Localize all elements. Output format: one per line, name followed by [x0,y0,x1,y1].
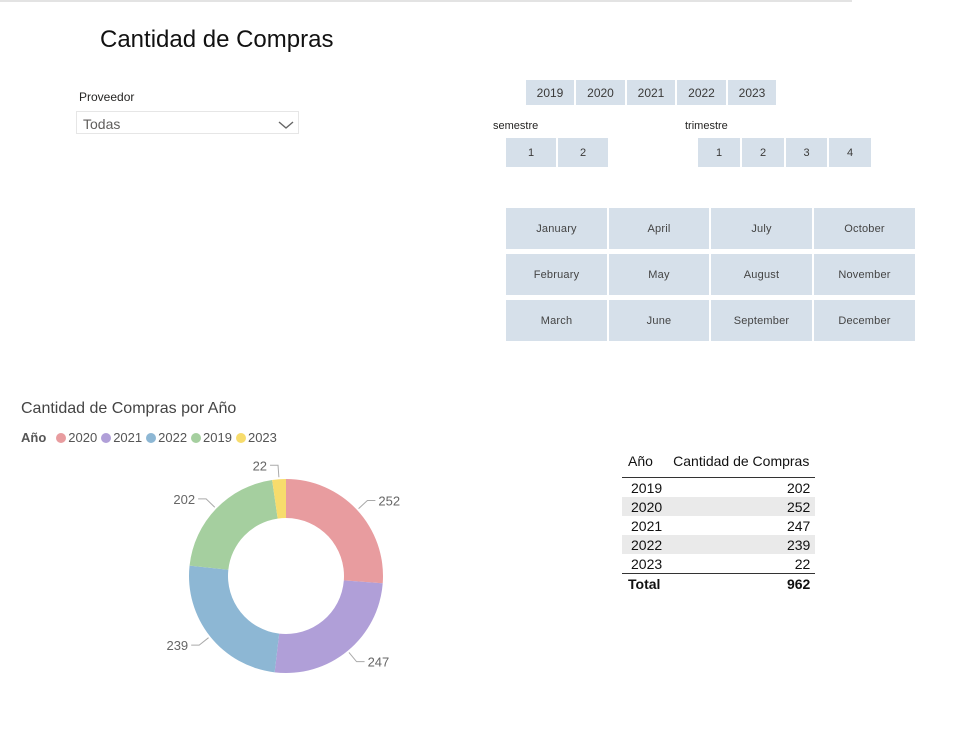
table-cell-year: 2022 [622,535,668,554]
donut-slice-2022[interactable] [189,565,280,673]
semestre-tile-1[interactable]: 1 [506,138,556,167]
donut-data-label: 202 [173,492,195,507]
trimestre-tile-2[interactable]: 2 [742,138,784,167]
year-tile-2022[interactable]: 2022 [677,80,726,105]
semestre-label: semestre [493,120,539,132]
compras-table: Año Cantidad de Compras 2019 202 2020 252 … [622,450,816,593]
trimestre-label: trimestre [685,120,728,132]
table-cell-value: 239 [667,535,816,554]
year-tile-2023[interactable]: 2023 [728,80,776,105]
month-tile-february[interactable]: February [506,254,607,295]
month-tile-may[interactable]: May [609,254,709,295]
month-tile-november[interactable]: November [814,254,915,295]
table-cell-year: 2023 [631,555,663,572]
trimestre-tile-3[interactable]: 3 [786,138,827,167]
donut-data-label: 22 [253,458,267,473]
table-cell-value: 202 [786,479,811,496]
table-cell-year: 2019 [631,479,663,496]
month-tile-january[interactable]: January [506,208,607,249]
table-header-year[interactable]: Año [622,450,668,478]
trimestre-tile-4[interactable]: 4 [829,138,871,167]
table-row: 2023 22 [622,554,815,574]
month-tile-august[interactable]: August [711,254,812,295]
month-tile-september[interactable]: September [711,300,812,341]
table-row: 2019 202 [622,478,815,498]
trimestre-tile-1[interactable]: 1 [698,138,740,167]
table-total-row: Total 962 [622,573,816,593]
table-row: 2020 252 [622,497,816,516]
donut-data-label: 252 [378,494,400,509]
donut-leader-line [348,652,365,663]
table-total-value: 962 [667,573,816,593]
donut-slice-2019[interactable] [189,479,278,570]
year-tile-2019[interactable]: 2019 [526,80,574,105]
table-row: 2021 247 [622,516,815,535]
donut-slice-2020[interactable] [286,479,384,584]
table-row: 2022 239 [622,535,816,554]
table-cell-value: 247 [786,517,811,534]
month-tile-april[interactable]: April [609,208,709,249]
table-cell-value: 22 [794,555,811,572]
donut-leader-line [191,637,209,646]
donut-data-label: 247 [368,655,390,670]
donut-leader-line [198,498,216,508]
table-total-label: Total [622,573,668,593]
month-tile-june[interactable]: June [609,300,709,341]
table-header-cantidad[interactable]: Cantidad de Compras [667,450,816,478]
donut-data-label: 239 [166,638,188,653]
table-cell-year: 2021 [631,517,663,534]
donut-slice-2021[interactable] [274,580,383,674]
semestre-tile-2[interactable]: 2 [558,138,608,167]
donut-chart: 252 247 239 202 22 [166,458,400,674]
month-tile-july[interactable]: July [711,208,812,249]
month-tile-october[interactable]: October [814,208,915,249]
table-cell-year: 2020 [622,497,668,516]
donut-leader-line [270,464,280,478]
table-cell-value: 252 [667,497,816,516]
donut-leader-line [358,500,376,510]
month-tile-march[interactable]: March [506,300,607,341]
year-tile-2021[interactable]: 2021 [627,80,675,105]
month-tile-december[interactable]: December [814,300,915,341]
year-tile-2020[interactable]: 2020 [576,80,625,105]
